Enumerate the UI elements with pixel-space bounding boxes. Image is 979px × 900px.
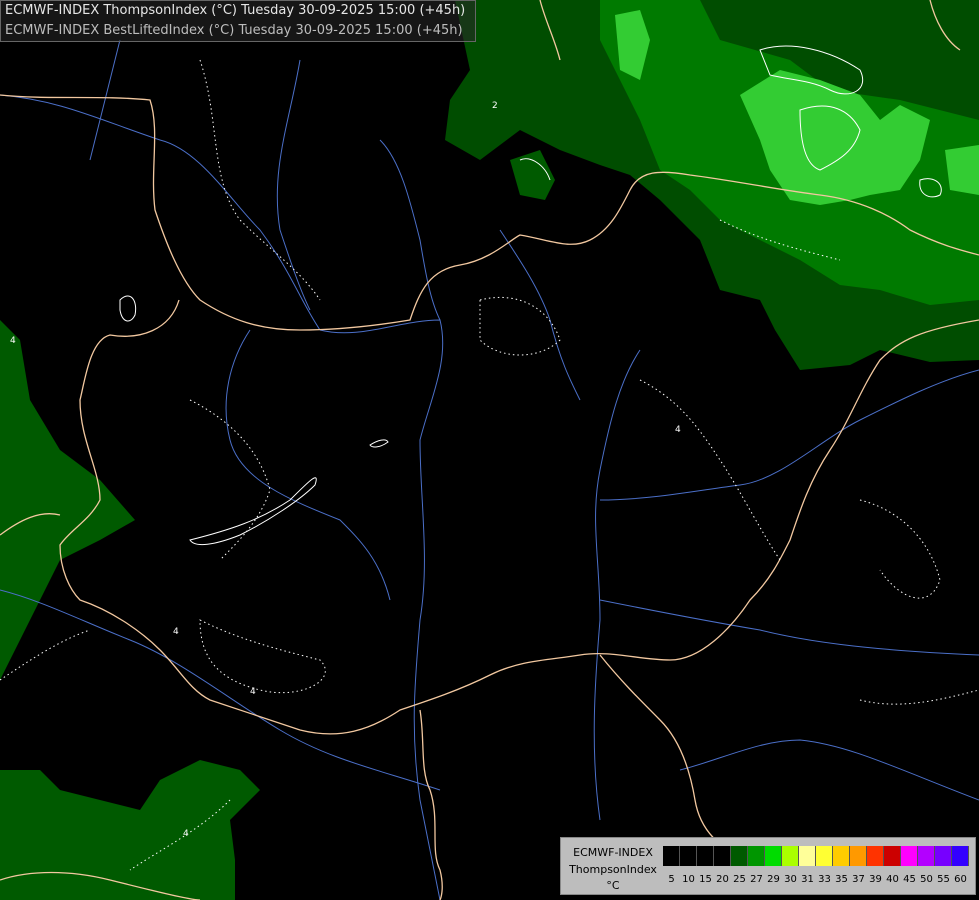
legend-tick-label: 15 — [699, 874, 712, 885]
legend-tick-label: 39 — [869, 874, 882, 885]
legend-swatch — [663, 846, 680, 866]
legend-swatch — [850, 846, 867, 866]
sw-green-area — [0, 760, 260, 900]
legend-tick-label: 45 — [903, 874, 916, 885]
legend-swatch — [680, 846, 697, 866]
legend-swatch — [884, 846, 901, 866]
legend-swatch — [714, 846, 731, 866]
legend-tick-label: 29 — [767, 874, 780, 885]
legend-swatch — [935, 846, 952, 866]
legend-swatch — [731, 846, 748, 866]
legend-swatch — [816, 846, 833, 866]
weather-map-view: 2 4 4 4 4 4 ECMWF-INDEX ThompsonIndex (°… — [0, 0, 979, 900]
legend-index-name: ThompsonIndex — [569, 863, 657, 876]
legend-tick-label: 20 — [716, 874, 729, 885]
legend-tick-label: 5 — [668, 874, 675, 885]
legend-swatch — [952, 846, 969, 866]
legend-swatch — [833, 846, 850, 866]
w-green-area — [0, 320, 135, 680]
legend-swatch — [782, 846, 799, 866]
legend-tick-label: 35 — [835, 874, 848, 885]
color-legend: ECMWF-INDEX ThompsonIndex °C 5 10 15 20 25 27… — [560, 837, 976, 895]
legend-swatch — [901, 846, 918, 866]
legend-model-name: ECMWF-INDEX — [573, 846, 653, 859]
legend-tick-label: 55 — [937, 874, 950, 885]
legend-swatch — [799, 846, 816, 866]
legend-tick-label: 10 — [682, 874, 695, 885]
map-canvas: 2 4 4 4 4 4 — [0, 0, 979, 900]
legend-color-scale — [663, 846, 969, 866]
legend-tick-label: 60 — [954, 874, 967, 885]
legend-tick-label: 30 — [784, 874, 797, 885]
legend-swatch — [867, 846, 884, 866]
legend-swatch — [748, 846, 765, 866]
contour-label: 4 — [250, 687, 256, 697]
contour-label: 2 — [492, 101, 498, 111]
legend-swatch — [918, 846, 935, 866]
legend-unit: °C — [606, 879, 620, 892]
legend-tick-label: 25 — [733, 874, 746, 885]
legend-tick-labels: 5 10 15 20 25 27 29 30 31 33 35 37 39 40 45 50 55 60 — [663, 874, 969, 888]
legend-tick-label: 27 — [750, 874, 763, 885]
legend-swatch — [765, 846, 782, 866]
thompson-index-title: ECMWF-INDEX ThompsonIndex (°C) Tuesday 3… — [5, 3, 466, 18]
ne-light-green-area-3 — [945, 145, 979, 195]
legend-tick-label: 31 — [801, 874, 814, 885]
legend-tick-label: 50 — [920, 874, 933, 885]
legend-tick-label: 40 — [886, 874, 899, 885]
contour-label: 4 — [183, 829, 189, 839]
legend-tick-label: 37 — [852, 874, 865, 885]
lifted-index-title: ECMWF-INDEX BestLiftedIndex (°C) Tuesday… — [5, 23, 463, 38]
contour-label: 4 — [173, 627, 179, 637]
contour-labels: 2 4 4 4 4 4 — [10, 101, 681, 839]
map-title-box: ECMWF-INDEX ThompsonIndex (°C) Tuesday 3… — [0, 0, 476, 42]
legend-swatch — [697, 846, 714, 866]
legend-tick-label: 33 — [818, 874, 831, 885]
contour-label: 4 — [675, 425, 681, 435]
contour-label: 4 — [10, 336, 16, 346]
